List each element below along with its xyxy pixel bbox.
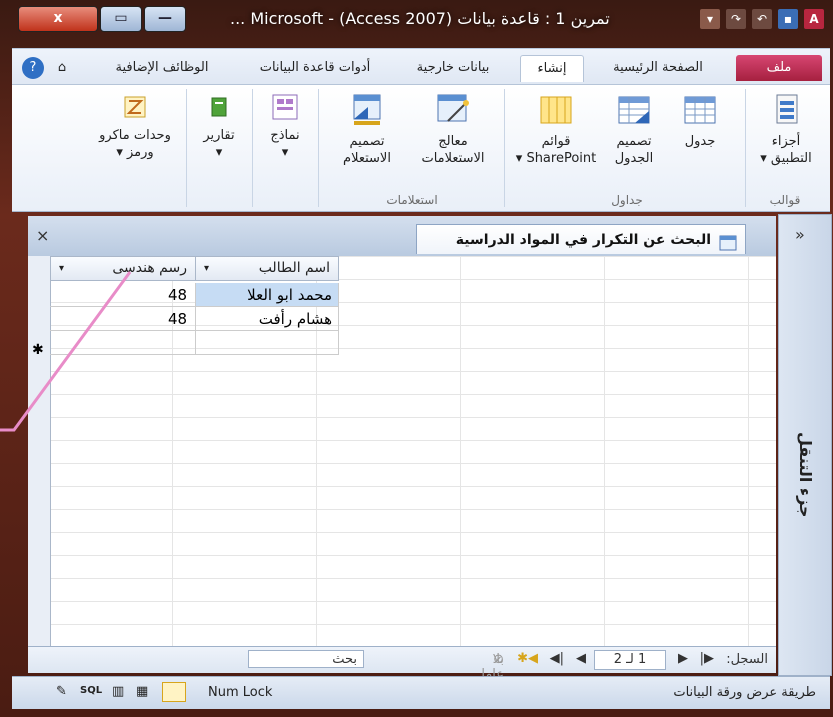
record-position-field[interactable]: 1 لـ 2 (594, 650, 666, 670)
table-icon (683, 93, 717, 127)
macros-label: وحدات ماكرو ورمز (99, 128, 171, 160)
cell-new-record[interactable] (195, 331, 339, 355)
column-header-engineering-drawing[interactable]: رسم هندسى ▾ (50, 256, 196, 281)
pivot-table-icon[interactable]: ▦ (136, 684, 148, 699)
macros-icon (121, 93, 149, 121)
customize-qat-icon[interactable]: ▾ (700, 9, 720, 29)
maximize-button[interactable]: ▭ (100, 6, 142, 32)
document-tab-title: البحث عن التكرار في المواد الدراسية (455, 232, 711, 248)
macros-button[interactable]: وحدات ماكرو ورمز ▾ (88, 93, 182, 161)
reports-icon (205, 93, 233, 121)
column-dropdown-icon[interactable]: ▾ (204, 257, 209, 280)
sql-view-icon[interactable]: SQL (80, 685, 102, 696)
minimize-ribbon-icon[interactable]: ⌂ (52, 55, 72, 81)
cell-new-record[interactable] (50, 331, 196, 355)
tab-home[interactable]: الصفحة الرئيسية (594, 55, 722, 81)
forms-icon (271, 93, 299, 121)
first-record-icon[interactable]: ▶| (700, 651, 714, 666)
design-view-icon[interactable]: ✎ (56, 684, 67, 699)
minimize-button[interactable]: — (144, 6, 186, 32)
table-design-label: تصميم الجدول (614, 134, 654, 166)
app-parts-button[interactable]: أجزاء التطبيق ▾ (752, 93, 820, 167)
view-status-text: طريقة عرض ورقة البيانات (673, 685, 816, 700)
reports-label: تقارير (203, 128, 235, 143)
sharepoint-lists-label: قوائم SharePoint (526, 134, 597, 166)
status-bar: طريقة عرض ورقة البيانات Num Lock ▦ ▥ SQL… (12, 676, 830, 709)
undo-icon[interactable]: ↶ (752, 9, 772, 29)
next-record-icon[interactable]: ◀ (576, 651, 586, 666)
tab-addins[interactable]: الوظائف الإضافية (92, 55, 232, 81)
query-design-button[interactable]: تصميم الاستعلام (326, 93, 408, 167)
column-header-student-name[interactable]: اسم الطالب ▾ (195, 256, 339, 281)
forms-label: نماذج (270, 128, 300, 143)
quick-access-toolbar: ▾ ↷ ↶ ▪ A (700, 8, 824, 30)
record-selector-column[interactable]: ✱ (28, 256, 51, 646)
column-dropdown-icon[interactable]: ▾ (59, 257, 64, 280)
group-templates-label: قوالب (769, 193, 801, 207)
help-icon[interactable]: ? (22, 57, 44, 79)
close-button[interactable]: x (18, 6, 98, 32)
cell-drawing-score[interactable]: 48 (50, 307, 196, 331)
window-title: تمرين 1 : قاعدة بيانات (Access 2007) - M… (230, 9, 610, 28)
group-tables-label: جداول (611, 193, 643, 207)
navigation-pane[interactable]: » جزء التنقل (778, 214, 832, 676)
document-tab-bar: × البحث عن التكرار في المواد الدراسية (28, 216, 776, 257)
title-bar: x ▭ — تمرين 1 : قاعدة بيانات (Access 200… (10, 6, 830, 38)
table-design-button[interactable]: تصميم الجدول (604, 93, 664, 167)
record-label: السجل: (726, 652, 768, 667)
group-queries-label: استعلامات (386, 193, 438, 207)
redo-icon[interactable]: ↷ (726, 9, 746, 29)
record-navigation-bar: السجل: ▶| ▶ 1 لـ 2 ◀ |◀ ◀✱ ⊘ بلا عامل تص… (28, 646, 776, 697)
pivot-chart-icon[interactable]: ▥ (112, 684, 124, 699)
reports-button[interactable]: تقارير ▾ (192, 93, 246, 161)
numlock-indicator: Num Lock (208, 685, 273, 700)
tab-file[interactable]: ملف (736, 55, 822, 81)
tab-create[interactable]: إنشاء (520, 55, 584, 82)
query-design-label: تصميم الاستعلام (343, 134, 391, 166)
close-document-icon[interactable]: × (36, 226, 49, 245)
table-label: جدول (684, 134, 716, 149)
table-design-icon (617, 93, 651, 127)
query-object-icon (719, 232, 737, 251)
sharepoint-lists-icon (539, 93, 573, 127)
document-tab[interactable]: البحث عن التكرار في المواد الدراسية (416, 224, 746, 254)
sharepoint-lists-button[interactable]: قوائم SharePoint ▾ (510, 93, 602, 167)
table-button[interactable]: جدول (672, 93, 728, 150)
previous-record-icon[interactable]: ▶ (678, 651, 688, 666)
query-wizard-icon (436, 93, 470, 127)
tab-database-tools[interactable]: أدوات قاعدة البيانات (240, 55, 390, 81)
new-record-icon[interactable]: ◀✱ (517, 651, 538, 666)
last-record-icon[interactable]: |◀ (550, 651, 564, 666)
cell-student-name[interactable]: محمد ابو العلا (195, 283, 339, 307)
cell-student-name[interactable]: هشام رأفت (195, 307, 339, 331)
query-wizard-button[interactable]: معالج الاستعلامات (408, 93, 498, 167)
expand-nav-icon[interactable]: » (795, 225, 805, 244)
new-record-marker: ✱ (32, 342, 44, 358)
datasheet: ✱ اسم الطالب ▾ رسم هندسى ▾ محمد ابو العل… (28, 256, 776, 646)
cell-drawing-score[interactable]: 48 (50, 283, 196, 307)
app-parts-label: أجزاء التطبيق (770, 134, 812, 166)
datasheet-view-icon[interactable] (162, 682, 186, 702)
nav-pane-label: جزء التنقل (796, 432, 815, 518)
app-parts-icon (769, 93, 803, 127)
save-icon[interactable]: ▪ (778, 9, 798, 29)
query-wizard-label: معالج الاستعلامات (421, 134, 485, 166)
search-input[interactable]: بحث (248, 650, 364, 668)
ribbon-tabs: ? ⌂ الوظائف الإضافية أدوات قاعدة البيانا… (12, 48, 830, 85)
query-design-icon (350, 93, 384, 127)
access-app-icon: A (804, 9, 824, 29)
forms-button[interactable]: نماذج ▾ (258, 93, 312, 161)
tab-external-data[interactable]: بيانات خارجية (398, 55, 508, 81)
ribbon: أجزاء التطبيق ▾ جدول تصميم الجدول قوائم … (12, 84, 830, 212)
